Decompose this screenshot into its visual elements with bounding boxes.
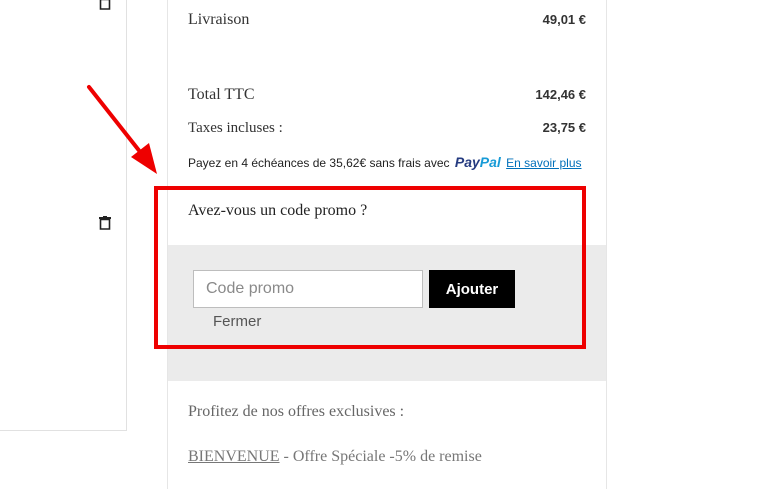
close-promo-link[interactable]: Fermer [213, 313, 261, 330]
cart-items-panel [0, 0, 127, 431]
paypal-installments-message: Payez en 4 échéances de 35,62€ sans frai… [188, 154, 582, 170]
exclusive-offers-title: Profitez de nos offres exclusives : [188, 403, 405, 420]
checkout-page: Livraison 49,01 € Total TTC 142,46 € Tax… [0, 0, 771, 489]
trash-icon[interactable] [99, 0, 111, 10]
taxes-label: Taxes incluses : [188, 120, 283, 136]
add-promo-button[interactable]: Ajouter [429, 270, 515, 308]
shipping-row: Livraison 49,01 € [188, 11, 586, 29]
taxes-value: 23,75 € [542, 120, 586, 135]
taxes-row: Taxes incluses : 23,75 € [188, 120, 586, 137]
trash-icon[interactable] [99, 216, 111, 230]
total-label: Total TTC [188, 86, 255, 103]
offer-code-link[interactable]: BIENVENUE [188, 448, 280, 465]
paypal-installments-text: Payez en 4 échéances de 35,62€ sans frai… [188, 156, 450, 170]
shipping-value: 49,01 € [542, 12, 586, 27]
total-row: Total TTC 142,46 € [188, 86, 586, 104]
offer-item: BIENVENUE - Offre Spéciale -5% de remise [188, 448, 482, 466]
order-summary: Livraison 49,01 € Total TTC 142,46 € Tax… [167, 0, 607, 489]
offer-description: - Offre Spéciale -5% de remise [279, 448, 482, 465]
paypal-learn-more-link[interactable]: En savoir plus [506, 156, 581, 170]
promo-code-form: Ajouter Fermer [168, 245, 606, 381]
total-value: 142,46 € [535, 87, 586, 102]
shipping-label: Livraison [188, 11, 250, 28]
paypal-logo-pal: Pal [479, 154, 501, 170]
promo-code-heading[interactable]: Avez-vous un code promo ? [188, 202, 367, 220]
promo-code-input[interactable] [193, 270, 423, 308]
paypal-logo-pay: Pay [454, 154, 480, 170]
paypal-logo: PayPal [455, 154, 501, 170]
